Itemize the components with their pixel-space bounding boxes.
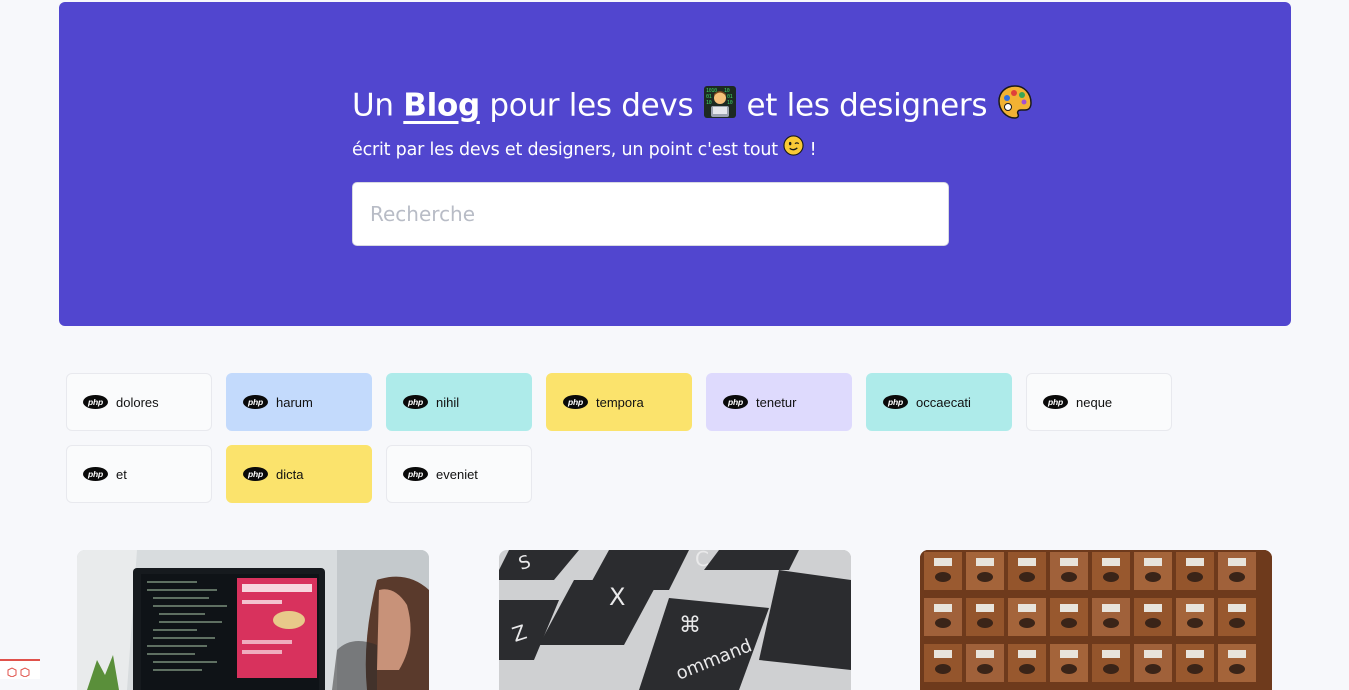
php-icon: php xyxy=(883,395,908,409)
svg-text:10: 10 xyxy=(706,100,712,106)
tag-tempora[interactable]: php tempora xyxy=(546,373,692,431)
tag-label: harum xyxy=(276,394,313,410)
keyboard-command-key-photo: S X C Z ⌘ ommand xyxy=(499,550,851,690)
tag-label: occaecati xyxy=(916,394,971,410)
hero-banner: Un Blog pour les devs 1010 10 01 01 10 10 e… xyxy=(59,2,1291,326)
php-icon: php xyxy=(723,395,748,409)
tag-dolores[interactable]: php dolores xyxy=(66,373,212,431)
post-card-image-1[interactable] xyxy=(77,550,429,690)
post-card-image-2[interactable]: S X C Z ⌘ ommand xyxy=(499,550,851,690)
tag-tenetur[interactable]: php tenetur xyxy=(706,373,852,431)
tag-label: dolores xyxy=(116,394,159,410)
tag-label: tempora xyxy=(596,394,644,410)
tag-label: et xyxy=(116,466,127,482)
subtitle-text: écrit par les devs et designers, un poin… xyxy=(352,140,784,160)
tag-nihil[interactable]: php nihil xyxy=(386,373,532,431)
developer-laptop-code-photo xyxy=(77,550,429,690)
php-icon: php xyxy=(1043,395,1068,409)
wooden-card-catalog-drawers-photo xyxy=(920,550,1272,690)
artist-palette-icon xyxy=(997,84,1033,130)
hero-content: Un Blog pour les devs 1010 10 01 01 10 10 e… xyxy=(352,84,1052,165)
php-icon: php xyxy=(403,395,428,409)
tag-label: dicta xyxy=(276,466,304,482)
title-suffix-2: et les designers xyxy=(736,87,997,124)
post-card-image-3[interactable] xyxy=(920,550,1272,690)
winking-face-icon xyxy=(783,135,804,165)
title-suffix: pour les devs xyxy=(479,87,703,124)
php-icon: php xyxy=(83,395,108,409)
svg-text:10: 10 xyxy=(727,100,733,106)
tag-eveniet[interactable]: php eveniet xyxy=(386,445,532,503)
hero-subtitle: écrit par les devs et designers, un poin… xyxy=(352,135,1052,165)
tag-neque[interactable]: php neque xyxy=(1026,373,1172,431)
page-title: Un Blog pour les devs 1010 10 01 01 10 10 e… xyxy=(352,84,1052,130)
php-icon: php xyxy=(243,395,268,409)
php-icon: php xyxy=(563,395,588,409)
svg-text:X: X xyxy=(609,583,625,611)
svg-text:C: C xyxy=(695,550,709,571)
php-icon: php xyxy=(243,467,268,481)
tag-label: neque xyxy=(1076,394,1113,410)
tag-label: tenetur xyxy=(756,394,797,410)
php-icon: php xyxy=(403,467,428,481)
title-prefix: Un xyxy=(352,87,404,124)
search-input[interactable] xyxy=(352,182,949,246)
tag-dicta[interactable]: php dicta xyxy=(226,445,372,503)
php-icon: php xyxy=(83,467,108,481)
blog-link[interactable]: Blog xyxy=(403,88,480,124)
tag-label: eveniet xyxy=(436,466,478,482)
tag-et[interactable]: php et xyxy=(66,445,212,503)
svg-text:⌘: ⌘ xyxy=(679,613,701,638)
tag-label: nihil xyxy=(436,394,460,410)
technologist-icon: 1010 10 01 01 10 10 xyxy=(703,85,737,129)
subtitle-end: ! xyxy=(804,140,817,160)
debug-toolbar-tab[interactable] xyxy=(0,659,40,679)
tag-occaecati[interactable]: php occaecati xyxy=(866,373,1012,431)
tag-harum[interactable]: php harum xyxy=(226,373,372,431)
